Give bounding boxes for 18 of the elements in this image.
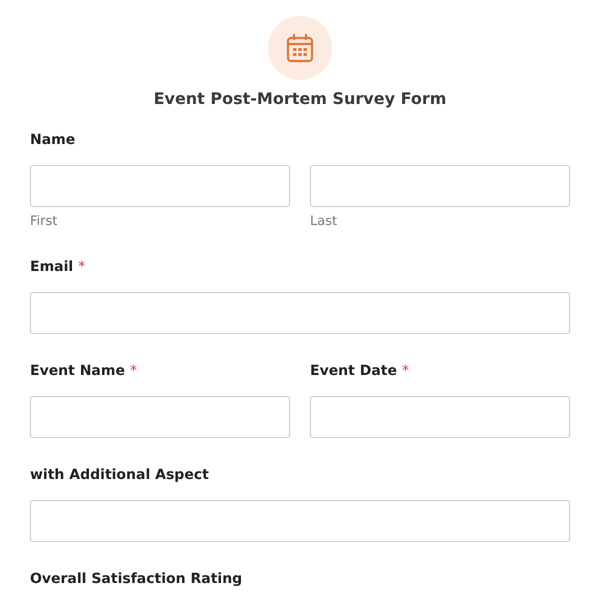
input-field[interactable] [310, 396, 570, 438]
required-mark: * [130, 363, 137, 379]
form-title: Event Post-Mortem Survey Form [154, 89, 446, 109]
field-label: Overall Satisfaction Rating [30, 571, 242, 587]
required-mark: * [78, 259, 86, 275]
field-label: with Additional Aspect [30, 467, 209, 483]
input-field[interactable] [30, 292, 570, 334]
field-label: Name [30, 132, 76, 148]
field-sublabel: First [30, 214, 58, 230]
input-field[interactable] [30, 500, 570, 542]
field-label: Email [30, 259, 74, 275]
field-sublabel: Last [310, 214, 338, 230]
input-field[interactable] [310, 165, 570, 207]
field-label: Event Name [30, 363, 125, 379]
input-field[interactable] [30, 396, 290, 438]
field-label: Event Date [310, 363, 397, 379]
input-field[interactable] [30, 165, 290, 207]
required-mark: * [402, 363, 409, 379]
